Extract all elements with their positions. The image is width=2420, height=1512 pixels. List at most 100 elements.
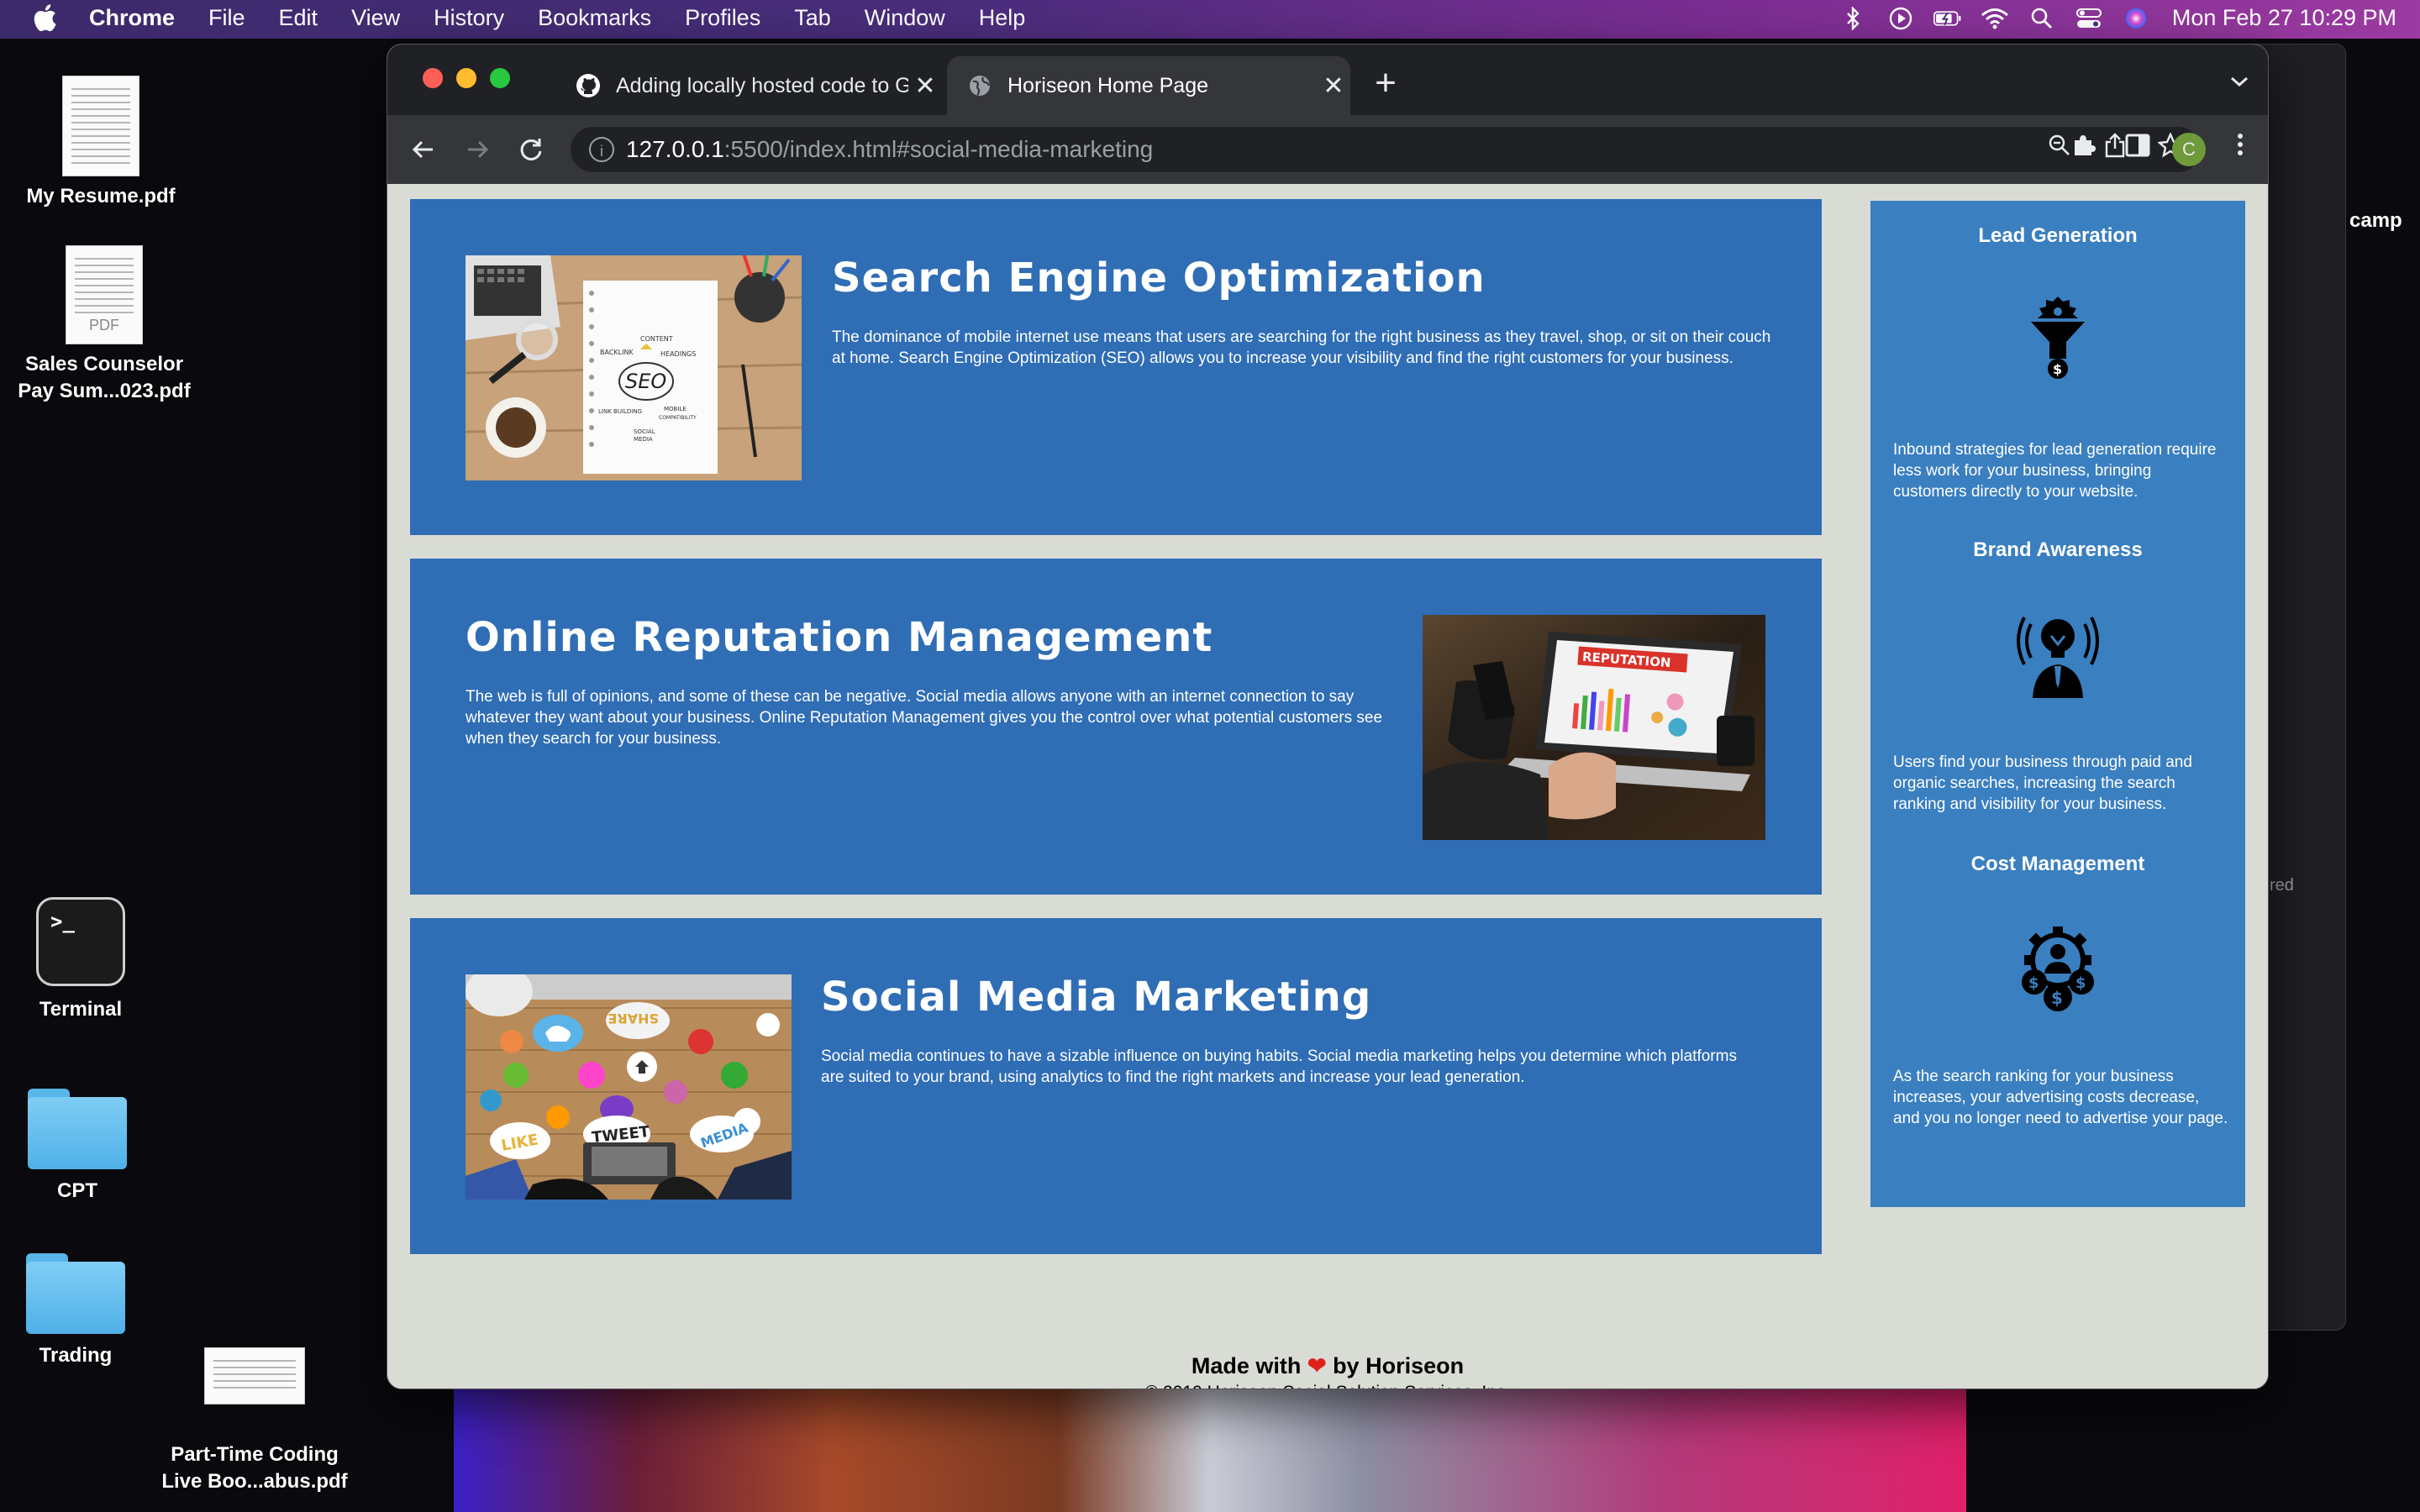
brand-awareness-title: Brand Awareness (1973, 538, 2143, 561)
desktop-icon-my-resume[interactable]: My Resume.pdf (8, 76, 193, 210)
terminal-icon: >_ (36, 897, 125, 986)
menu-view[interactable]: View (351, 5, 400, 31)
app-menus: Chrome File Edit View History Bookmarks … (89, 5, 1059, 31)
menu-profiles[interactable]: Profiles (685, 5, 760, 31)
apple-icon[interactable] (32, 3, 57, 39)
desktop-icon-cpt[interactable]: CPT (10, 1089, 145, 1205)
svg-text:BACKLINK: BACKLINK (600, 349, 634, 356)
forward-button[interactable] (458, 130, 497, 169)
svg-text:COMPATIBILITY: COMPATIBILITY (659, 415, 697, 421)
pdf-file-icon (62, 76, 139, 176)
desktop-icon-label: Part-Time Coding (171, 1443, 339, 1466)
more-menu-icon[interactable] (2221, 130, 2260, 169)
profile-avatar[interactable]: C (2172, 133, 2206, 166)
desktop-icon-trading[interactable]: Trading (8, 1253, 143, 1369)
menu-clock[interactable]: Mon Feb 27 10:29 PM (2172, 5, 2396, 31)
folder-icon (28, 1089, 127, 1169)
menu-history[interactable]: History (434, 5, 504, 31)
menu-window[interactable]: Window (865, 5, 945, 31)
side-panel-icon[interactable] (2118, 130, 2157, 169)
online-reputation-body: The web is full of opinions, and some of… (466, 688, 1383, 748)
seo-body: The dominance of mobile internet use mea… (832, 328, 1771, 367)
social-media-marketing-image: SHARE TWEET LIKE MEDIA (466, 974, 792, 1200)
address-bar[interactable]: i 127.0.0.1:5500/index.html#social-media… (571, 127, 2201, 172)
tab-strip: Adding locally hosted code to G ✕ Horise… (387, 45, 2268, 115)
tab-horiseon[interactable]: Horiseon Home Page ✕ (947, 56, 1350, 115)
lead-funnel-icon: $ (2016, 293, 2100, 386)
pdf-tag: PDF (89, 317, 119, 333)
github-icon (576, 73, 601, 98)
tab-title: Horiseon Home Page (1007, 73, 1209, 97)
desktop-icon-label: Pay Sum...023.pdf (18, 380, 191, 402)
menu-edit[interactable]: Edit (279, 5, 318, 31)
desktop-icon-terminal[interactable]: >_ Terminal (0, 897, 161, 1023)
svg-text:CONTENT: CONTENT (640, 335, 673, 343)
menu-tab[interactable]: Tab (794, 5, 831, 31)
url-host: 127.0.0.1 (626, 136, 724, 162)
tab-search-chevron-icon[interactable] (2229, 66, 2249, 95)
online-reputation-section: Online Reputation Management The web is … (410, 559, 1822, 895)
seo-section: SEO CONTENT BACKLINK HEADINGS LINK BUILD… (410, 199, 1822, 535)
svg-text:SHARE: SHARE (608, 1011, 659, 1026)
bluetooth-icon[interactable] (1839, 6, 1868, 31)
svg-text:MOBILE: MOBILE (664, 406, 687, 412)
zoom-window-button[interactable] (490, 68, 510, 88)
svg-text:SOCIAL: SOCIAL (634, 428, 655, 435)
spotlight-search-icon[interactable] (2028, 6, 2056, 31)
folder-icon (26, 1253, 125, 1334)
desktop-icon-part-time-coding[interactable]: Part-Time Coding Live Boo...abus.pdf (150, 1347, 360, 1495)
browser-toolbar: i 127.0.0.1:5500/index.html#social-media… (387, 115, 2268, 184)
tab-github[interactable]: Adding locally hosted code to G ✕ (555, 56, 942, 115)
heart-icon: ❤ (1307, 1353, 1327, 1378)
desktop-icon-label: Live Boo...abus.pdf (161, 1470, 348, 1493)
social-media-marketing-body: Social media continues to have a sizable… (821, 1047, 1737, 1086)
back-button[interactable] (404, 130, 443, 169)
online-reputation-title: Online Reputation Management (466, 614, 1213, 661)
lead-generation-title: Lead Generation (1978, 224, 2138, 247)
svg-text:$: $ (2051, 988, 2063, 1008)
footer-made-suffix: by Horiseon (1333, 1353, 1465, 1378)
gear-dollar-icon: $ $ $ (2016, 921, 2100, 1014)
footer: Made with ❤ by Horiseon © 2019 Horiseon … (387, 1353, 2268, 1389)
wallpaper (454, 1386, 1966, 1512)
cost-management-body: As the search ranking for your business … (1893, 1068, 2228, 1127)
background-window-text: camp (2349, 209, 2402, 232)
seo-title: Search Engine Optimization (832, 255, 1486, 302)
battery-icon[interactable] (1933, 6, 1962, 31)
url-path: :5500/index.html#social-media-marketing (723, 136, 1154, 162)
close-window-button[interactable] (423, 68, 443, 88)
svg-text:LINK BUILDING: LINK BUILDING (598, 408, 642, 415)
extension-area: C (2049, 130, 2260, 169)
seo-image: SEO CONTENT BACKLINK HEADINGS LINK BUILD… (466, 255, 802, 480)
siri-icon[interactable] (2122, 6, 2150, 31)
svg-text:MEDIA: MEDIA (634, 436, 653, 443)
desktop-icon-label: Sales Counselor (24, 353, 184, 375)
close-tab-icon[interactable]: ✕ (908, 71, 942, 101)
svg-text:$: $ (2053, 361, 2062, 377)
globe-icon (967, 73, 992, 98)
menu-app-chrome[interactable]: Chrome (89, 5, 175, 31)
footer-made-with: Made with ❤ by Horiseon (387, 1353, 2268, 1379)
site-info-icon[interactable]: i (589, 137, 614, 162)
menu-file[interactable]: File (208, 5, 245, 31)
cost-management-title: Cost Management (1970, 853, 2145, 875)
desktop-icon-sales-counselor[interactable]: PDF Sales Counselor Pay Sum...023.pdf (3, 245, 205, 405)
media-play-icon[interactable] (1886, 6, 1915, 31)
minimize-window-button[interactable] (456, 68, 476, 88)
wifi-icon[interactable] (1981, 6, 2009, 31)
social-media-marketing-title: Social Media Marketing (821, 974, 1372, 1021)
control-center-icon[interactable] (2075, 6, 2103, 31)
menu-help[interactable]: Help (979, 5, 1026, 31)
brand-awareness-body: Users find your business through paid an… (1893, 753, 2192, 813)
new-tab-button[interactable]: + (1362, 60, 1409, 107)
menu-bookmarks[interactable]: Bookmarks (538, 5, 651, 31)
svg-text:HEADINGS: HEADINGS (660, 350, 696, 358)
extensions-puzzle-icon[interactable] (2065, 130, 2103, 169)
page-viewport: SEO CONTENT BACKLINK HEADINGS LINK BUILD… (387, 184, 2268, 1389)
tab-title: Adding locally hosted code to G (616, 73, 908, 97)
reload-button[interactable] (512, 130, 550, 169)
lead-generation-body: Inbound strategies for lead generation r… (1893, 441, 2217, 501)
browser-window: Adding locally hosted code to G ✕ Horise… (387, 44, 2269, 1389)
close-tab-icon[interactable]: ✕ (1317, 71, 1350, 101)
desktop-icon-label: My Resume.pdf (26, 185, 176, 207)
